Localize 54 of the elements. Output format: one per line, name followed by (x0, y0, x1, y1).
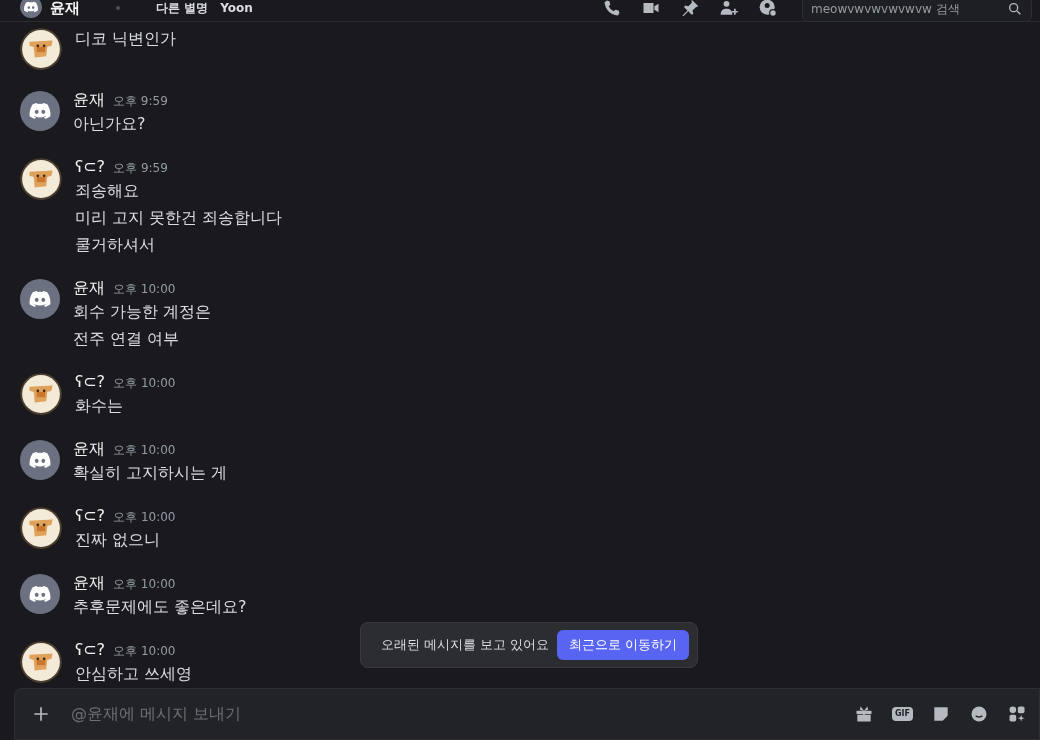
alias-label: 다른 별명 (156, 0, 209, 17)
timestamp: 오후 10:00 (113, 375, 176, 392)
add-member-icon[interactable] (719, 0, 739, 18)
message-text: 죄송해요 (75, 180, 140, 202)
timestamp: 오후 10:00 (113, 442, 176, 459)
phone-icon[interactable] (602, 0, 622, 18)
search-icon (1007, 1, 1023, 17)
message-text: 회수 가능한 계정은 (73, 301, 212, 323)
avatar[interactable] (20, 0, 42, 18)
message-text: 안심하고 쓰세영 (75, 663, 193, 685)
timestamp: 오후 10:00 (113, 281, 176, 298)
message-input[interactable]: @윤재에 메시지 보내기 (71, 702, 842, 726)
username[interactable]: ʕ⊂? (75, 504, 106, 528)
avatar[interactable] (20, 440, 60, 480)
avatar[interactable] (20, 574, 60, 614)
message-text: 진짜 없으니 (75, 529, 162, 551)
timestamp: 오후 10:00 (113, 576, 176, 593)
plus-icon[interactable] (31, 704, 51, 724)
message-text: 화수는 (75, 395, 124, 417)
message-text: 추후문제에도 좋은데요? (73, 596, 247, 618)
window-title: 윤재 (50, 0, 80, 19)
username[interactable]: ʕ⊂? (75, 370, 106, 394)
jump-bar-text: 오래된 메시지를 보고 있어요 (381, 636, 550, 655)
alias: Yoon (220, 0, 253, 17)
timestamp: 오후 9:59 (113, 93, 168, 110)
avatar[interactable] (20, 279, 60, 319)
avatar[interactable] (20, 91, 60, 131)
username[interactable]: 윤재 (73, 437, 105, 461)
search-input[interactable]: meowvwvwvwvwvw 검색 (811, 0, 1007, 18)
username[interactable]: 윤재 (73, 88, 105, 112)
message-text: 확실히 고지하시는 게 (73, 462, 228, 484)
message-text: 디코 닉변인가 (75, 28, 177, 50)
pin-icon[interactable] (680, 0, 700, 18)
username[interactable]: 윤재 (73, 571, 105, 595)
profile-icon[interactable] (758, 0, 778, 18)
message-text: 미리 고지 못한건 죄송합니다 (75, 207, 283, 229)
username[interactable]: ʕ⊂? (75, 155, 106, 179)
timestamp: 오후 10:00 (113, 643, 176, 660)
message-field[interactable]: @윤재에 메시지 보내기 GIF (14, 688, 1040, 740)
message-text: 아닌가요? (73, 113, 147, 135)
search-field[interactable]: meowvwvwvwvwvw 검색 (802, 0, 1032, 22)
gift-icon[interactable] (854, 704, 874, 724)
gif-button[interactable]: GIF (892, 707, 913, 721)
controller-icon (23, 0, 39, 15)
sticker-icon[interactable] (931, 704, 951, 724)
username[interactable]: 윤재 (73, 276, 105, 300)
apps-icon[interactable] (1007, 704, 1027, 724)
message-text: 전주 연결 여부 (73, 328, 181, 350)
timestamp: 오후 9:59 (113, 160, 168, 177)
smiley-icon[interactable] (969, 704, 989, 724)
jump-to-present-button[interactable]: 최근으로 이동하기 (556, 630, 689, 660)
timestamp: 오후 10:00 (113, 509, 176, 526)
message-text: 쿨거하셔서 (75, 234, 156, 256)
username[interactable]: ʕ⊂? (75, 638, 106, 662)
